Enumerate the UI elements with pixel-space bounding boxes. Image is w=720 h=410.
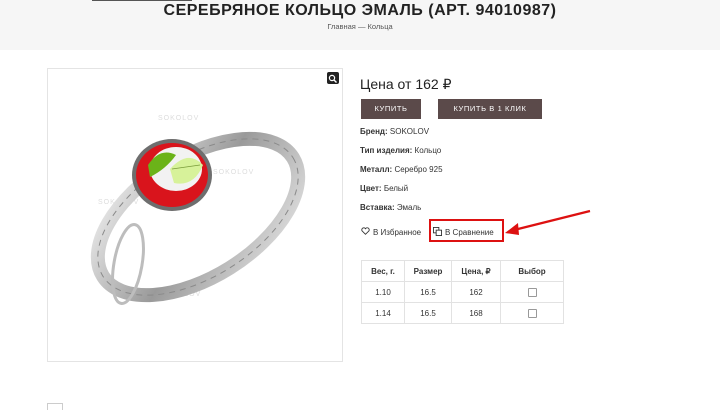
heart-icon xyxy=(361,227,370,237)
variants-table: Вес, г. Размер Цена, ₽ Выбор 1.10 16.5 1… xyxy=(361,260,564,324)
column-header: Размер xyxy=(404,260,452,282)
product-image[interactable]: SOKOLOV SOKOLOV SOKOLOV SOKOLOV xyxy=(47,68,343,362)
prop-value: Белый xyxy=(383,184,409,193)
prop-label: Тип изделия: xyxy=(360,146,413,155)
size-cell: 16.5 xyxy=(404,281,452,303)
column-header: Вес, г. xyxy=(361,260,405,282)
breadcrumb-home[interactable]: Главная xyxy=(327,22,356,31)
currency-symbol: ₽ xyxy=(442,76,452,92)
page-title: СЕРЕБРЯНОЕ КОЛЬЦО ЭМАЛЬ (АРТ. 94010987) xyxy=(163,2,557,19)
buy-button[interactable]: КУПИТЬ xyxy=(361,99,421,119)
prop-type: Тип изделия: Кольцо xyxy=(360,146,441,155)
prop-label: Бренд: xyxy=(360,127,388,136)
select-checkbox[interactable] xyxy=(527,308,537,318)
select-cell xyxy=(500,302,564,324)
column-header: Цена, ₽ xyxy=(451,260,501,282)
price-cell: 168 xyxy=(451,302,501,324)
prop-label: Металл: xyxy=(360,165,393,174)
breadcrumb-current: Кольца xyxy=(367,22,393,31)
buy-one-click-button[interactable]: КУПИТЬ В 1 КЛИК xyxy=(438,99,542,119)
table-row: 1.10 16.5 162 xyxy=(361,281,564,303)
prop-value: Серебро 925 xyxy=(394,165,443,174)
table-header-row: Вес, г. Размер Цена, ₽ Выбор xyxy=(361,260,564,282)
price-cell: 162 xyxy=(451,281,501,303)
prop-value: SOKOLOV xyxy=(389,127,430,136)
compare-highlight-box xyxy=(429,219,504,242)
prop-value: Эмаль xyxy=(396,203,422,212)
table-row: 1.14 16.5 168 xyxy=(361,302,564,324)
prop-label: Цвет: xyxy=(360,184,382,193)
favorites-label: В Избранное xyxy=(373,227,422,237)
breadcrumb: Главная — Кольца xyxy=(0,22,720,31)
prop-label: Вставка: xyxy=(360,203,395,212)
prop-color: Цвет: Белый xyxy=(360,184,408,193)
price-label: Цена от 162 xyxy=(360,76,439,92)
size-cell: 16.5 xyxy=(404,302,452,324)
select-checkbox[interactable] xyxy=(527,287,537,297)
weight-cell: 1.10 xyxy=(361,281,405,303)
prop-brand: Бренд: SOKOLOV xyxy=(360,127,429,136)
breadcrumb-separator: — xyxy=(357,22,366,31)
header-divider xyxy=(92,0,192,1)
weight-cell: 1.14 xyxy=(361,302,405,324)
ring-illustration xyxy=(90,131,306,305)
add-to-favorites[interactable]: В Избранное xyxy=(361,227,421,237)
column-header: Выбор xyxy=(500,260,564,282)
prop-value: Кольцо xyxy=(414,146,442,155)
price: Цена от 162 ₽ xyxy=(360,76,452,93)
page-header: СЕРЕБРЯНОЕ КОЛЬЦО ЭМАЛЬ (АРТ. 94010987) … xyxy=(0,0,720,50)
prop-insert: Вставка: Эмаль xyxy=(360,203,421,212)
prop-metal: Металл: Серебро 925 xyxy=(360,165,443,174)
select-cell xyxy=(500,281,564,303)
